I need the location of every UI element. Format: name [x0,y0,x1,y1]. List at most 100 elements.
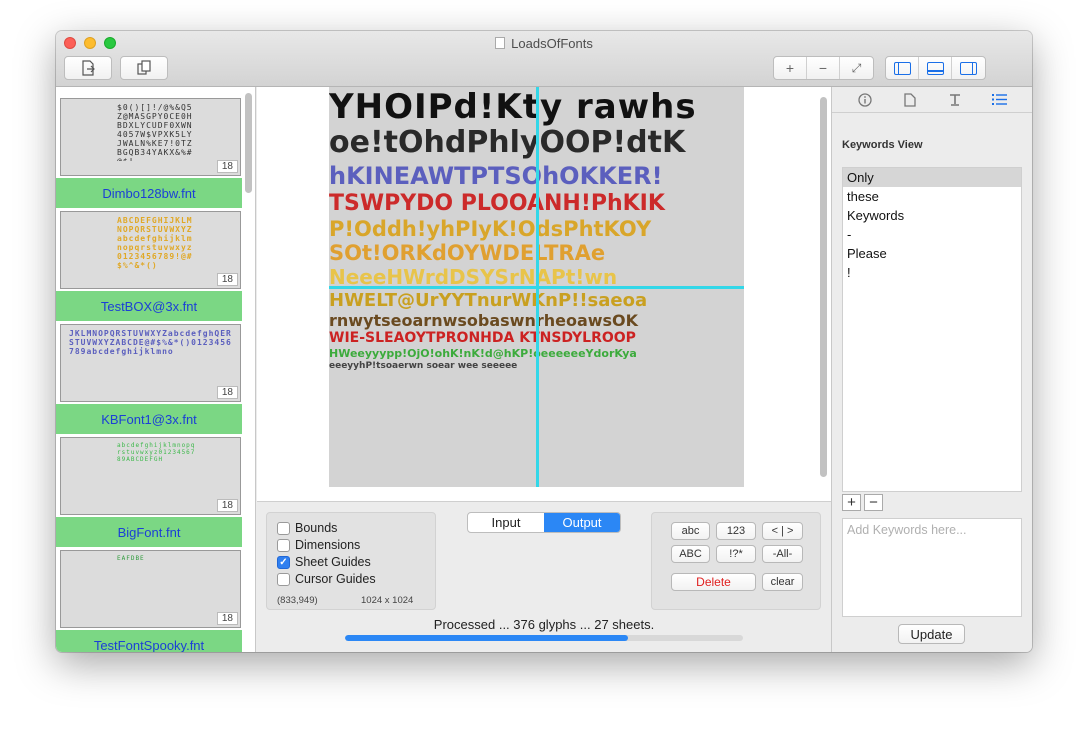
window-title-text: LoadsOfFonts [511,36,593,51]
font-thumbnail: ABCDEFGHIJKLMNOPQRSTUVWXYZabcdefghijklmn… [60,211,241,289]
cursor-position: (833,949) [277,595,318,606]
sheet-count-badge: 18 [216,386,238,399]
digits-button[interactable]: 123 [716,522,756,540]
lowercase-button[interactable]: abc [671,522,710,540]
zoom-in-button[interactable]: + [774,57,807,79]
keywords-view-title: Keywords View [842,139,923,151]
mode-selector: Input Output [467,512,621,533]
cursor-guides-option[interactable]: Cursor Guides [277,572,376,586]
keyword-item[interactable]: these [843,187,1021,206]
export-button[interactable] [64,56,112,80]
sheet-size: 1024 x 1024 [361,595,414,606]
sheet-guides-option[interactable]: ✓ Sheet Guides [277,555,371,569]
keyword-item[interactable]: Please [843,244,1021,263]
main-content: YHOIPd!Kty rawhs oe!tOhdPhlyOOP!dtK hKIN… [257,87,831,652]
remove-keyword-button[interactable]: − [864,494,883,511]
toggle-bottom-panel-button[interactable] [919,57,952,79]
thumbnail-glyphs: $0()[]!/@%&Q5Z@MASGPY0CE0HBDXLYCUDF0XWN4… [117,103,193,161]
progress-bar [345,635,743,641]
dimensions-option[interactable]: Dimensions [277,538,360,552]
uppercase-button[interactable]: ABC [671,545,710,563]
sidebar-right-icon [960,61,977,75]
font-list-item[interactable]: abcdefghijklmnopqrstuvwxyz0123456789ABCD… [56,435,242,548]
sheet-preview[interactable]: YHOIPd!Kty rawhs oe!tOhdPhlyOOP!dtK hKIN… [257,87,831,502]
add-keyword-button[interactable]: + [842,494,861,511]
cursor-guides-checkbox[interactable] [277,572,290,586]
all-button[interactable]: -All- [762,545,803,563]
thumbnail-glyphs: abcdefghijklmnopqrstuvwxyz0123456789ABCD… [117,442,196,463]
display-options-panel: Bounds Dimensions ✓ Sheet Guides Cursor G… [266,512,436,610]
preview-scrollbar[interactable] [820,97,827,477]
fit-button[interactable]: ⤢ [840,57,873,79]
brackets-button[interactable]: < | > [762,522,803,540]
font-list-item[interactable]: JKLMNOPQRSTUVWXYZabcdefghQERSTUVWXYZABCD… [56,322,242,435]
update-button[interactable]: Update [898,624,965,644]
font-list[interactable]: $0()[]!/@%&Q5Z@MASGPY0CE0HBDXLYCUDF0XWN4… [56,87,256,652]
dimensions-checkbox[interactable] [277,538,290,552]
list-icon [992,94,1007,105]
sidebar-left-icon [893,61,911,75]
clear-button[interactable]: clear [762,573,803,591]
inspector-panel: Keywords View Only these Keywords - Plea… [831,87,1032,652]
font-name: BigFont.fnt [56,517,242,547]
dimensions-label: Dimensions [295,538,361,552]
panel-toggle-control [885,56,986,80]
title-bar: LoadsOfFonts + − ⤢ [56,31,1032,87]
toggle-left-panel-button[interactable] [886,57,919,79]
info-icon [857,92,872,107]
font-name: KBFont1@3x.fnt [56,404,242,434]
cursor-guides-label: Cursor Guides [295,572,376,586]
symbols-button[interactable]: !?* [716,545,756,563]
keyword-item[interactable]: Only [843,168,1021,187]
keyword-input[interactable]: Add Keywords here... [842,518,1022,617]
font-list-item[interactable]: EAFDBE 18 TestFontSpooky.fnt [56,548,242,652]
sheet-count-badge: 18 [216,612,238,625]
document-icon [495,37,506,49]
zoom-out-button[interactable]: − [807,57,840,79]
duplicate-button[interactable] [120,56,168,80]
glyph-sheet: YHOIPd!Kty rawhs oe!tOhdPhlyOOP!dtK hKIN… [329,87,744,487]
output-mode-button[interactable]: Output [544,513,620,532]
zoom-control: + − ⤢ [773,56,874,80]
inspector-tabs [832,87,1032,113]
export-icon [82,60,95,76]
thumbnail-glyphs: JKLMNOPQRSTUVWXYZabcdefghQERSTUVWXYZABCD… [69,329,232,356]
bounds-option[interactable]: Bounds [277,521,337,535]
sidebar-scrollbar[interactable] [245,93,252,193]
font-thumbnail: $0()[]!/@%&Q5Z@MASGPY0CE0HBDXLYCUDF0XWN4… [60,98,241,176]
sheet-count-badge: 18 [216,499,238,512]
thumbnail-glyphs: EAFDBE [117,555,145,562]
sheet-count-badge: 18 [216,273,238,286]
font-name: TestFontSpooky.fnt [56,630,242,652]
keyword-item[interactable]: - [843,225,1021,244]
duplicate-icon [137,60,151,75]
sheet-count-badge: 18 [216,160,238,173]
delete-button[interactable]: Delete [671,573,756,591]
bounds-label: Bounds [295,521,338,535]
sheet-guides-checkbox[interactable]: ✓ [277,555,290,569]
document-tab[interactable] [900,90,920,110]
text-tab[interactable] [945,90,965,110]
status-text: Processed ... 376 glyphs ... 27 sheets. [433,617,655,632]
input-mode-button[interactable]: Input [468,513,544,532]
sheet-guides-label: Sheet Guides [295,555,371,569]
keywords-list[interactable]: Only these Keywords - Please ! [842,167,1022,492]
toggle-right-panel-button[interactable] [952,57,985,79]
panel-bottom-icon [926,61,944,75]
font-thumbnail: abcdefghijklmnopqrstuvwxyz0123456789ABCD… [60,437,241,515]
app-window: LoadsOfFonts + − ⤢ $0()[]!/@%&Q5Z@MASGPY… [56,31,1032,652]
font-thumbnail: EAFDBE 18 [60,550,241,628]
font-name: TestBOX@3x.fnt [56,291,242,321]
keywords-tab[interactable] [990,90,1010,110]
keyword-item[interactable]: Keywords [843,206,1021,225]
keyword-item[interactable]: ! [843,263,1021,282]
font-list-item[interactable]: ABCDEFGHIJKLMNOPQRSTUVWXYZabcdefghijklmn… [56,209,242,322]
info-tab[interactable] [855,90,875,110]
thumbnail-glyphs: ABCDEFGHIJKLMNOPQRSTUVWXYZabcdefghijklmn… [117,216,193,270]
bounds-checkbox[interactable] [277,521,290,535]
font-list-item[interactable]: $0()[]!/@%&Q5Z@MASGPY0CE0HBDXLYCUDF0XWN4… [56,96,242,209]
font-name: Dimbo128bw.fnt [56,178,242,208]
sheet-guide-horizontal [329,286,744,289]
text-format-icon [949,93,960,106]
file-icon [903,92,916,107]
